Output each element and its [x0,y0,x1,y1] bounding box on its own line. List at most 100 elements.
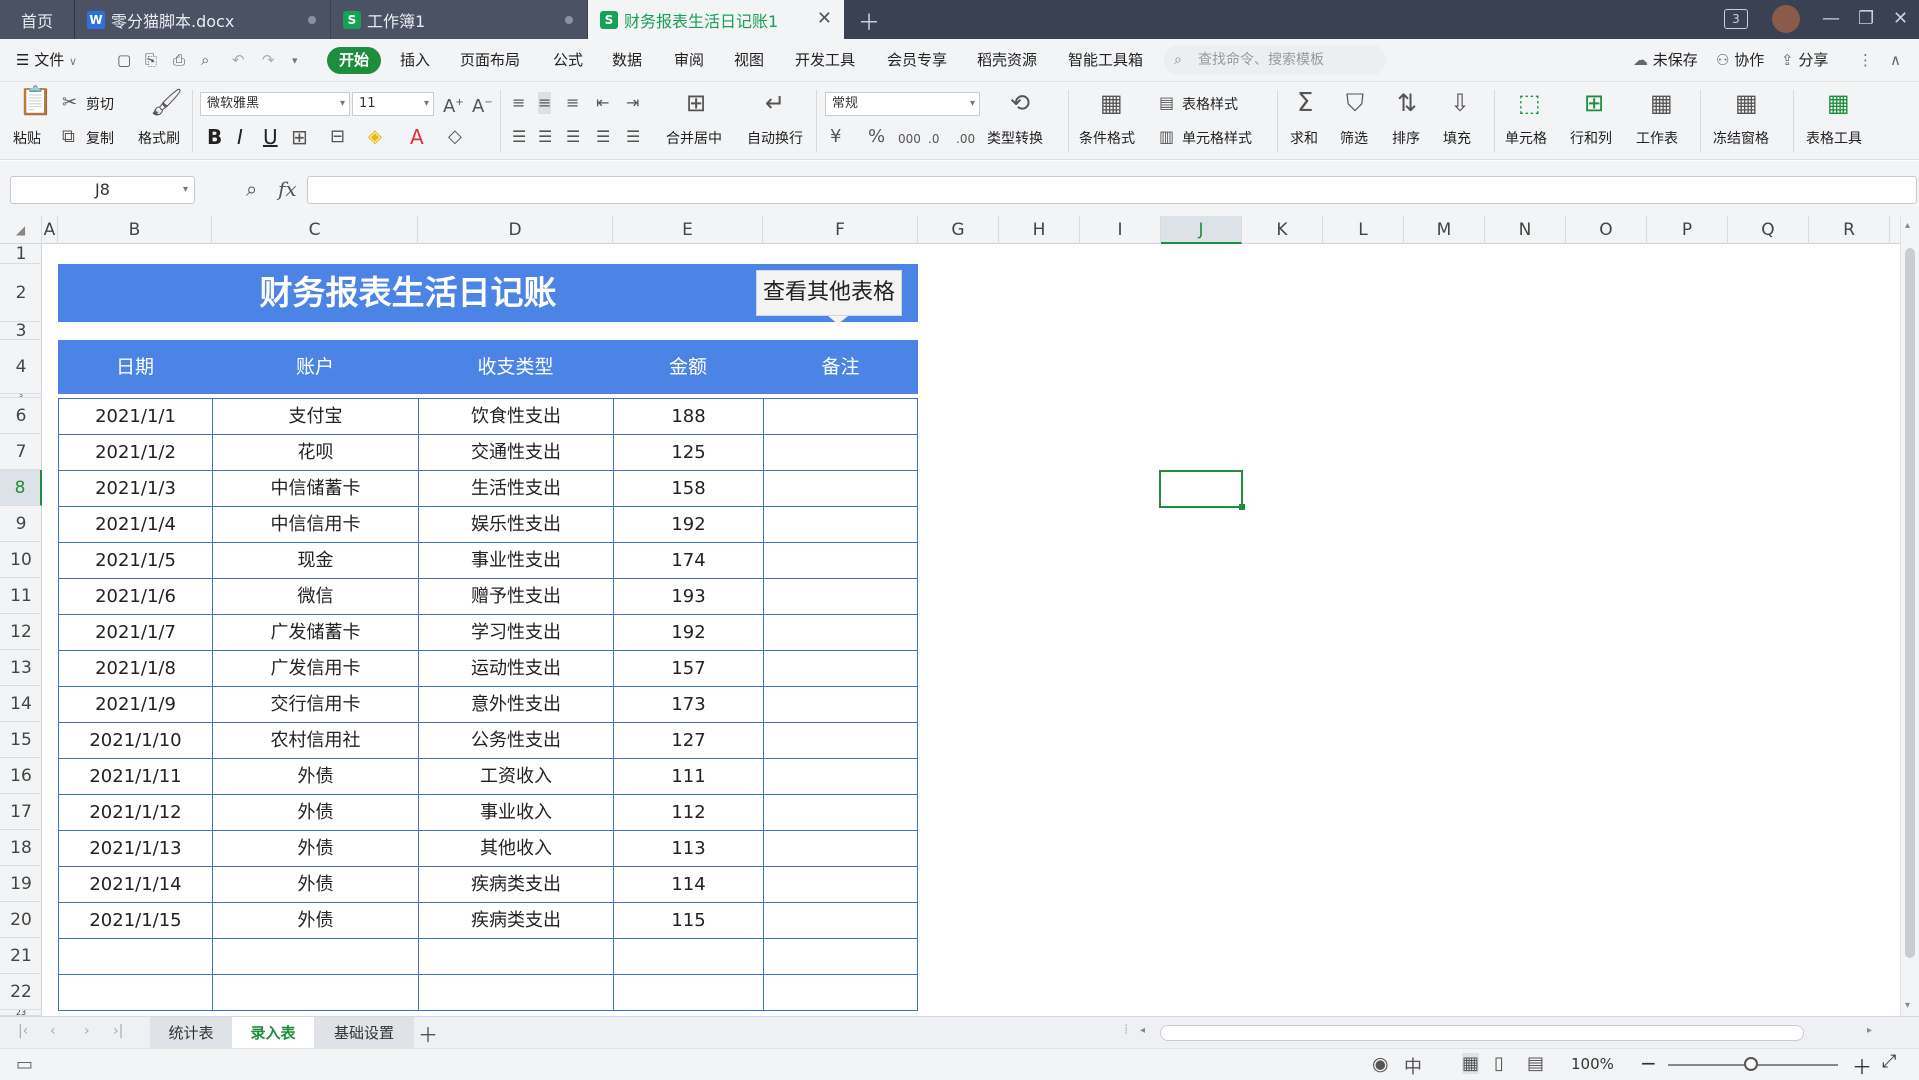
row-header[interactable]: 15 [0,722,42,758]
font-size-select[interactable]: 11 ▾ [352,92,434,116]
fx-icon[interactable]: fx [278,177,297,201]
view-other-tables-button[interactable]: 查看其他表格 [756,270,902,316]
scroll-up-icon[interactable]: ▴ [1905,220,1910,231]
sheet-tab-settings[interactable]: 基础设置 [314,1017,414,1049]
next-sheet-icon[interactable]: › [84,1023,90,1039]
zoom-out-icon[interactable]: − [1640,1051,1657,1075]
cell-amount[interactable]: 112 [613,795,763,830]
cell-type[interactable]: 意外性支出 [418,687,613,722]
zoom-in-icon[interactable]: ＋ [1852,1051,1872,1080]
row-header[interactable]: 22 [0,974,42,1010]
tab-active-workbook[interactable]: S 财务报表生活日记账1 ✕ [588,0,844,39]
row-header[interactable]: 6 [0,398,42,434]
column-header[interactable]: C [212,216,418,244]
column-header[interactable]: P [1647,216,1728,244]
tab-close-dot-icon[interactable] [565,16,573,24]
cell-note[interactable] [763,435,918,470]
column-header[interactable]: Q [1728,216,1809,244]
table-tools-button[interactable]: 表格工具 [1806,128,1862,148]
row-header[interactable]: 11 [0,578,42,614]
tab-data[interactable]: 数据 [612,39,642,82]
paste-button[interactable]: 粘贴 [13,128,41,148]
prev-sheet-icon[interactable]: ‹ [50,1023,56,1039]
scroll-thumb[interactable] [1905,248,1915,958]
row-header[interactable]: 3 [0,322,42,340]
row-header[interactable]: 4 [0,340,42,394]
last-sheet-icon[interactable]: ›| [113,1023,123,1039]
first-sheet-icon[interactable]: |‹ [18,1023,28,1039]
cell-note[interactable] [763,975,918,1010]
cut-button[interactable]: 剪切 [86,94,114,114]
row-col-button[interactable]: 行和列 [1570,128,1612,148]
cell-amount[interactable]: 192 [613,615,763,650]
cell-date[interactable]: 2021/1/8 [58,651,212,686]
increase-decimal-icon[interactable]: .0 [928,128,939,150]
column-header[interactable]: N [1485,216,1566,244]
align-bottom-icon[interactable]: ≡ [566,92,579,114]
cell-account[interactable]: 支付宝 [212,399,418,434]
cell-date[interactable]: 2021/1/11 [58,759,212,794]
tab-smart-toolbox[interactable]: 智能工具箱 [1068,39,1143,82]
cell-date[interactable]: 2021/1/7 [58,615,212,650]
cell-amount[interactable]: 114 [613,867,763,902]
row-header[interactable]: 21 [0,938,42,974]
macro-record-icon[interactable]: ▭ [16,1054,33,1075]
tab-view[interactable]: 视图 [734,39,764,82]
cell-account[interactable]: 外债 [212,795,418,830]
zoom-magnifier-icon[interactable]: ⌕ [246,177,257,201]
page-layout-view-icon[interactable]: ▯ [1494,1053,1504,1074]
header-amount[interactable]: 金额 [613,340,763,394]
cell-account[interactable]: 广发储蓄卡 [212,615,418,650]
print-preview-icon[interactable]: ⌕ [201,39,209,82]
window-close-icon[interactable]: ✕ [1893,8,1908,29]
cell-date[interactable] [58,975,212,1010]
cell-account[interactable] [212,939,418,974]
cell-date[interactable]: 2021/1/5 [58,543,212,578]
column-header[interactable]: H [999,216,1080,244]
cell-date[interactable]: 2021/1/6 [58,579,212,614]
fill-button[interactable]: 填充 [1443,128,1471,148]
align-center-icon[interactable]: ☰ [538,126,552,148]
zoom-slider-handle[interactable] [1744,1057,1758,1071]
name-box[interactable]: J8 ▾ [10,176,195,204]
cell-type[interactable]: 交通性支出 [418,435,613,470]
cell-note[interactable] [763,615,918,650]
align-left-icon[interactable]: ☰ [512,126,526,148]
cell-amount[interactable]: 157 [613,651,763,686]
header-type[interactable]: 收支类型 [418,340,613,394]
header-note[interactable]: 备注 [763,340,918,394]
fill-color-icon[interactable]: ◈ [368,126,382,148]
cell-account[interactable]: 外债 [212,867,418,902]
cell-date[interactable]: 2021/1/2 [58,435,212,470]
tab-workbook1[interactable]: S 工作簿1 [331,0,587,39]
paste-icon[interactable]: 📋 [18,87,53,115]
cell-amount[interactable]: 174 [613,543,763,578]
cell-button[interactable]: 单元格 [1505,128,1547,148]
italic-icon[interactable]: I [237,126,243,148]
row-header[interactable]: 10 [0,542,42,578]
row-header[interactable]: 1 [0,244,42,264]
tab-insert[interactable]: 插入 [400,39,430,82]
zoom-level[interactable]: 100% [1571,1055,1614,1073]
cell-amount[interactable]: 188 [613,399,763,434]
cell-account[interactable]: 中信信用卡 [212,507,418,542]
align-right-icon[interactable]: ☰ [566,126,580,148]
sheet-grid[interactable]: 财务报表生活日记账 查看其他表格 日期 账户 收支类型 金额 备注 2021/1… [42,244,1900,1016]
cell-amount[interactable]: 193 [613,579,763,614]
row-header[interactable]: 14 [0,686,42,722]
cell-account[interactable]: 现金 [212,543,418,578]
cell-amount[interactable]: 173 [613,687,763,722]
more-icon[interactable]: ⋮ [1858,39,1873,82]
print-icon[interactable]: ⎙ [173,39,185,82]
restore-icon[interactable]: ❐ [1858,8,1874,29]
column-header[interactable]: I [1080,216,1161,244]
cell-amount[interactable]: 192 [613,507,763,542]
tab-home[interactable]: 首页 [0,0,74,39]
indent-decrease-icon[interactable]: ⇤ [596,92,609,114]
quick-access-dropdown-icon[interactable]: ▾ [292,39,298,82]
cell-date[interactable] [58,939,212,974]
row-header[interactable]: 9 [0,506,42,542]
underline-icon[interactable]: U [263,126,278,148]
sort-button[interactable]: 排序 [1392,128,1420,148]
cell-date[interactable]: 2021/1/4 [58,507,212,542]
